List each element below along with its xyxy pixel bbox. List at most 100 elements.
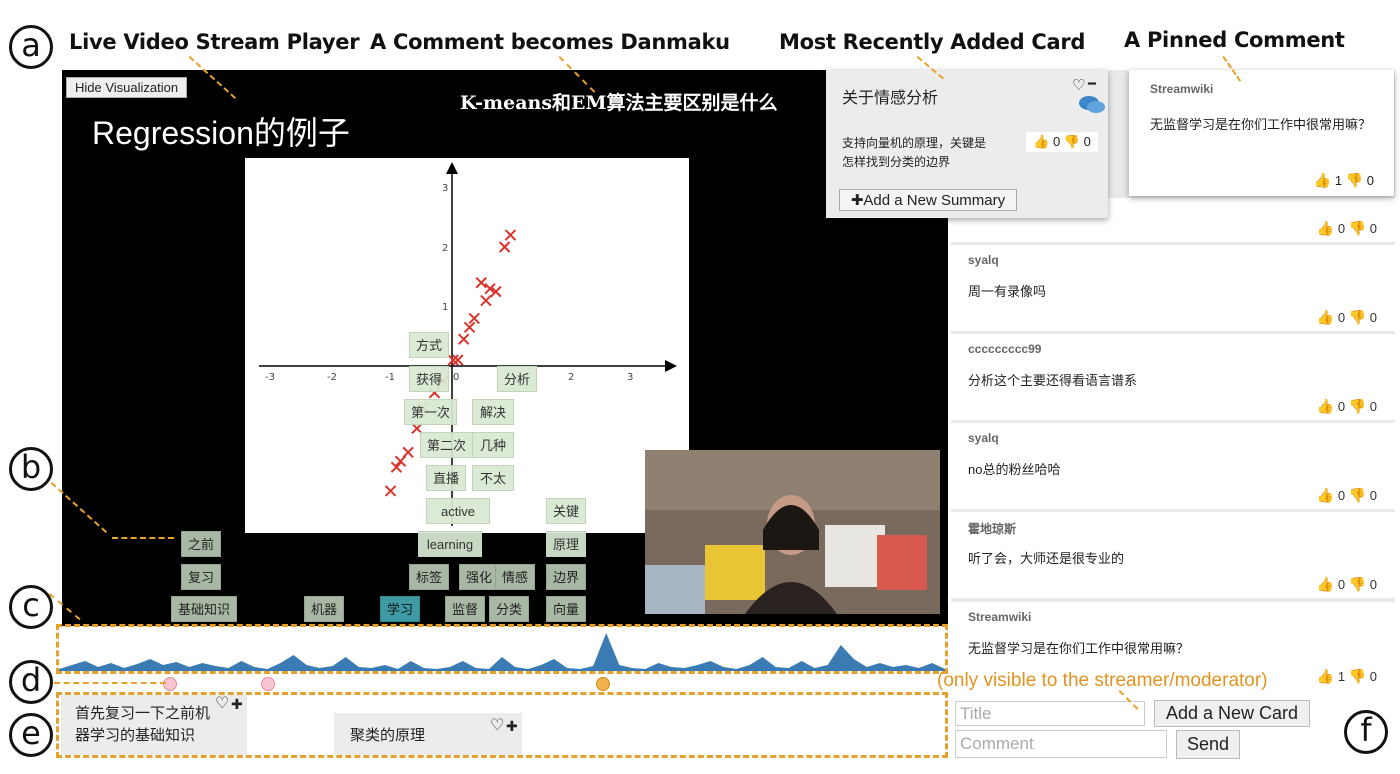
comment-text: 无监督学习是在你们工作中很常用嘛？ xyxy=(968,641,1190,656)
thumb-down-icon[interactable]: 👎 xyxy=(1349,668,1366,684)
thumb-down-icon[interactable]: 👎 xyxy=(1346,172,1363,188)
heart-icon[interactable]: ♡ xyxy=(1072,76,1085,94)
comment-votes: 👍 0 👎 0 xyxy=(1317,398,1377,415)
comment-votes: 👍 0 👎 0 xyxy=(1317,576,1377,593)
word-cloud-tag[interactable]: 复习 xyxy=(181,564,222,590)
word-cloud-tag[interactable]: 关键 xyxy=(546,498,587,524)
summary-card[interactable]: 聚类的原理 ♡ ✚ xyxy=(334,713,522,755)
x-tick: -3 xyxy=(265,372,275,383)
downvote-count: 0 xyxy=(1369,488,1377,503)
thumb-up-icon[interactable]: 👍 xyxy=(1317,220,1334,236)
thumb-down-icon[interactable]: 👎 xyxy=(1349,487,1366,503)
video-player[interactable]: Hide Visualization Regression的例子 K-means… xyxy=(62,70,948,626)
y-tick: 3 xyxy=(442,183,448,194)
hide-visualization-button[interactable]: Hide Visualization xyxy=(66,77,188,98)
recent-summary-card[interactable]: 关于情感分析 ♡ ━ 支持向量机的原理，关键是 怎样找到分类的边界 👍 0 👎 … xyxy=(826,70,1108,218)
send-button[interactable]: Send xyxy=(1176,730,1240,759)
comment-item: syalq no总的粉丝哈哈 👍 0 👎 0 xyxy=(951,423,1395,509)
summary-card-text-line: 器学习的基础知识 xyxy=(75,727,196,744)
x-tick: 2 xyxy=(568,372,574,383)
scatter-plot: -3 -2 -1 0 1 2 3 3 2 1 xyxy=(259,162,677,526)
thumb-up-icon[interactable]: 👍 xyxy=(1317,309,1334,325)
plus-icon[interactable]: ✚ xyxy=(506,715,518,737)
add-summary-button[interactable]: ✚Add a New Summary xyxy=(839,189,1017,211)
word-cloud-tag[interactable]: 不太 xyxy=(472,465,514,491)
summary-cards-row: 首先复习一下之前机 器学习的基础知识 ♡ ✚ 聚类的原理 ♡ ✚ xyxy=(56,692,948,758)
thumb-up-icon[interactable]: 👍 xyxy=(1314,172,1331,188)
word-cloud-tag[interactable]: 直播 xyxy=(426,465,467,491)
comment-input[interactable] xyxy=(955,730,1167,758)
title-input[interactable] xyxy=(955,701,1145,726)
downvote-count: 0 xyxy=(1369,221,1377,236)
word-cloud-tag[interactable]: 向量 xyxy=(546,596,587,622)
word-cloud-tag[interactable]: 原理 xyxy=(546,531,587,557)
leader-line xyxy=(54,682,166,684)
summary-card[interactable]: 首先复习一下之前机 器学习的基础知识 ♡ ✚ xyxy=(61,695,247,755)
word-cloud-tag[interactable]: 方式 xyxy=(409,332,450,358)
thumb-up-icon[interactable]: 👍 xyxy=(1317,576,1334,592)
thumb-up-icon[interactable]: 👍 xyxy=(1033,134,1049,149)
word-cloud-tag[interactable]: 标签 xyxy=(409,564,450,590)
comment-votes: 👍 1 👎 0 xyxy=(1314,172,1374,189)
summary-card-text-line: 聚类的原理 xyxy=(350,727,426,744)
comment-text: 周一有录像吗 xyxy=(968,284,1047,299)
word-cloud-tag[interactable]: 强化 xyxy=(459,564,500,590)
marker-f: f xyxy=(1344,710,1388,754)
summary-card-votes: 👍 0 👎 0 xyxy=(1026,132,1098,152)
annotation-player: Live Video Stream Player xyxy=(69,30,360,54)
thumb-down-icon[interactable]: 👎 xyxy=(1349,398,1366,414)
word-cloud-tag[interactable]: learning xyxy=(418,531,482,557)
comment-username: 霍地琼斯 xyxy=(968,522,1017,536)
thumb-down-icon[interactable]: 👎 xyxy=(1349,576,1366,592)
plus-icon[interactable]: ✚ xyxy=(231,693,243,715)
pin-marker[interactable] xyxy=(163,677,177,691)
downvote-count: 0 xyxy=(1369,669,1377,684)
word-cloud-tag[interactable]: 情感 xyxy=(495,564,536,590)
heart-icon[interactable]: ♡ xyxy=(215,693,229,715)
upvote-count: 0 xyxy=(1337,310,1346,325)
word-cloud-tag[interactable]: 监督 xyxy=(445,596,486,622)
marker-d: d xyxy=(9,660,53,704)
x-tick: -1 xyxy=(385,372,395,383)
slide-plot: -3 -2 -1 0 1 2 3 3 2 1 xyxy=(245,158,689,533)
leader-line xyxy=(112,537,174,539)
word-cloud-tag[interactable]: 学习 xyxy=(380,596,421,622)
pin-markers-row xyxy=(56,676,948,692)
word-cloud-tag[interactable]: 解决 xyxy=(472,399,514,425)
word-cloud-tag[interactable]: active xyxy=(426,498,490,524)
word-cloud-tag[interactable]: 几种 xyxy=(472,432,514,458)
heart-icon[interactable]: ♡ xyxy=(490,715,504,737)
summary-card-body-line: 怎样找到分类的边界 xyxy=(842,155,951,169)
add-card-button[interactable]: Add a New Card xyxy=(1154,700,1310,727)
comment-item: syalq 周一有录像吗 👍 0 👎 0 xyxy=(951,245,1395,331)
thumb-up-icon[interactable]: 👍 xyxy=(1317,398,1334,414)
comment-text: 听了会，大师还是很专业的 xyxy=(968,551,1125,566)
word-cloud-tag[interactable]: 机器 xyxy=(304,596,345,622)
thumb-down-icon[interactable]: 👎 xyxy=(1349,309,1366,325)
comment-username: syalq xyxy=(968,253,999,267)
word-cloud-tag[interactable]: 边界 xyxy=(546,564,587,590)
pin-marker[interactable] xyxy=(596,677,610,691)
word-cloud-tag[interactable]: 第二次 xyxy=(420,432,474,458)
word-cloud-tag[interactable]: 获得 xyxy=(409,366,450,392)
comment-item: ccccccccc99 分析这个主要还得看语言谱系 👍 0 👎 0 xyxy=(951,334,1395,420)
comments-icon[interactable] xyxy=(1078,94,1106,116)
summary-card-title: 关于情感分析 xyxy=(842,90,939,107)
word-cloud-tag[interactable]: 之前 xyxy=(181,531,222,557)
thumb-up-icon[interactable]: 👍 xyxy=(1317,487,1334,503)
word-cloud-tag[interactable]: 分类 xyxy=(489,596,530,622)
y-tick: 1 xyxy=(442,302,448,313)
word-cloud-tag[interactable]: 分析 xyxy=(497,366,538,392)
word-cloud-tag[interactable]: 第一次 xyxy=(404,399,458,425)
minus-icon[interactable]: ━ xyxy=(1088,76,1096,92)
upvote-count: 0 xyxy=(1337,221,1346,236)
thumb-down-icon[interactable]: 👎 xyxy=(1064,134,1080,149)
word-cloud-tag[interactable]: 基础知识 xyxy=(171,596,238,622)
comment-votes: 👍 1 👎 0 xyxy=(1317,668,1377,685)
comment-density-timeline[interactable] xyxy=(56,624,948,674)
upvote-count: 1 xyxy=(1334,173,1343,188)
comment-text: 分析这个主要还得看语言谱系 xyxy=(968,373,1138,388)
thumb-up-icon[interactable]: 👍 xyxy=(1317,668,1334,684)
thumb-down-icon[interactable]: 👎 xyxy=(1349,220,1366,236)
pin-marker[interactable] xyxy=(261,677,275,691)
